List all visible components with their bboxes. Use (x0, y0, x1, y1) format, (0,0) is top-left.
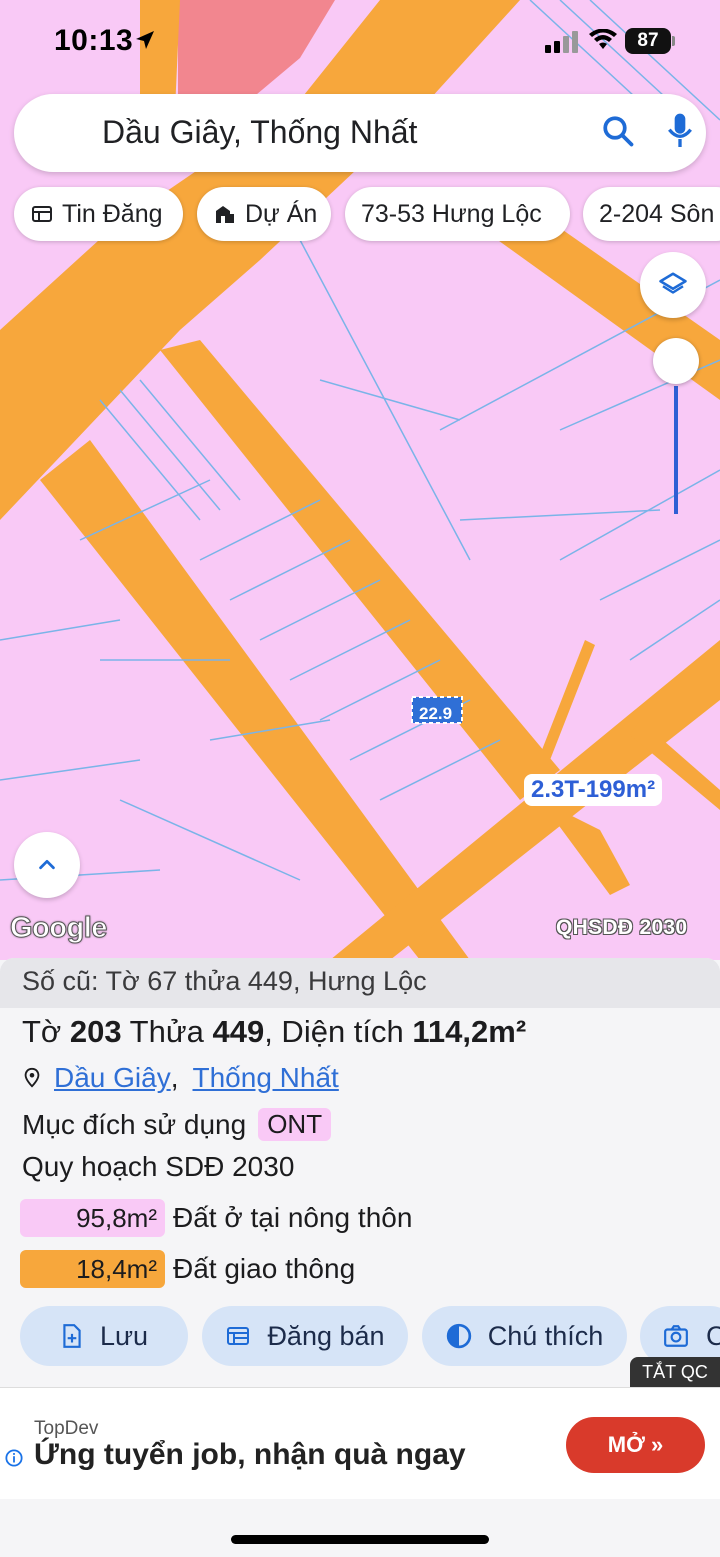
land-use-label: Đất giao thông (173, 1253, 356, 1284)
ad-banner[interactable]: TopDev Ứng tuyển job, nhận quà ngay MỞ » (0, 1387, 720, 1499)
status-bar: 10:13 87 (0, 0, 720, 84)
ad-title[interactable]: Ứng tuyển job, nhận quà ngay (34, 1438, 466, 1472)
chip-label: Tin Đăng (62, 199, 163, 228)
plot-number: 449 (212, 1014, 265, 1049)
layers-button[interactable] (640, 252, 706, 318)
search-icon[interactable] (600, 113, 636, 149)
land-use-row: 18,4m² Đất giao thông (20, 1250, 355, 1288)
chip-listings[interactable]: Tin Đăng (14, 187, 183, 241)
contrast-icon (446, 1323, 471, 1349)
hide-ads-button[interactable]: TẮT QC (630, 1357, 720, 1387)
save-button[interactable]: Lưu (20, 1306, 188, 1366)
signal-icon (545, 31, 578, 53)
land-use-row: 95,8m² Đất ở tại nông thôn (20, 1199, 412, 1237)
building-icon (216, 206, 234, 223)
parcel-title: Tờ 203 Thửa 449, Diện tích 114,2m² (22, 1014, 527, 1049)
microphone-icon[interactable] (666, 111, 694, 151)
plan-label: Quy hoạch SDĐ 2030 (22, 1151, 295, 1182)
google-logo: Google (10, 912, 108, 945)
map-road-south (540, 800, 630, 895)
chip-parcel-recent-2[interactable]: 2-204 Sôn (583, 187, 720, 241)
purpose-label: Mục đích sử dụng (22, 1108, 247, 1140)
ad-open-button[interactable]: MỞ » (566, 1417, 705, 1473)
purpose-row: Mục đích sử dụng ONT (22, 1108, 332, 1141)
status-time: 10:13 (54, 24, 134, 57)
plan-layer-label: QHSDĐ 2030 (556, 916, 688, 939)
pin-icon (24, 1067, 40, 1088)
land-use-area: 95,8m² (20, 1199, 165, 1237)
layers-icon (659, 272, 687, 294)
chip-label: 2-204 Sôn (599, 199, 715, 228)
chevron-up-icon (39, 859, 55, 870)
province-link[interactable]: Thống Nhất (193, 1062, 339, 1094)
search-query[interactable]: Dầu Giây, Thống Nhất (102, 114, 417, 151)
opacity-slider-thumb[interactable] (653, 338, 699, 384)
legend-button[interactable]: Chú thích (422, 1306, 627, 1366)
add-document-icon (63, 1324, 81, 1348)
map-road-center (160, 340, 560, 800)
search-bar[interactable]: Dầu Giây, Thống Nhất (14, 94, 706, 172)
purpose-code-badge: ONT (258, 1108, 332, 1141)
listing-icon (32, 206, 52, 222)
parcel-info-panel: Số cũ: Tờ 67 thửa 449, Hưng Lộc Tờ 203 T… (0, 958, 720, 1388)
land-use-label: Đất ở tại nông thôn (173, 1202, 413, 1233)
parcel-area: 114,2m² (412, 1014, 527, 1049)
opacity-slider-track[interactable] (674, 386, 678, 514)
location-row: Dầu Giây , Thống Nhất (22, 1062, 339, 1094)
chip-parcel-recent-1[interactable]: 73-53 Hưng Lộc (345, 187, 570, 241)
parcel-number-label: 22.9 (419, 704, 453, 723)
price-tag[interactable]: 2.3T-199m² (524, 774, 663, 806)
chip-label: 73-53 Hưng Lộc (361, 199, 542, 228)
map-road-thin (538, 640, 595, 760)
info-icon[interactable] (5, 1449, 23, 1467)
chip-projects[interactable]: Dự Án (197, 187, 331, 241)
chip-label: Dự Án (245, 199, 318, 228)
map-road-sw (40, 440, 470, 960)
district-link[interactable]: Dầu Giây (54, 1062, 171, 1094)
battery-indicator: 87 (625, 28, 675, 54)
wifi-icon (589, 29, 617, 49)
land-use-area: 18,4m² (20, 1250, 165, 1288)
post-sale-button[interactable]: Đăng bán (202, 1306, 408, 1366)
location-arrow-icon (136, 31, 154, 49)
ad-brand: TopDev (34, 1418, 99, 1439)
listing-icon (227, 1327, 250, 1345)
sheet-number: 203 (69, 1014, 122, 1049)
old-parcel-info: Số cũ: Tờ 67 thửa 449, Hưng Lộc (0, 958, 720, 1008)
home-indicator (231, 1535, 489, 1544)
camera-icon (664, 1325, 688, 1347)
expand-button[interactable] (14, 832, 80, 898)
